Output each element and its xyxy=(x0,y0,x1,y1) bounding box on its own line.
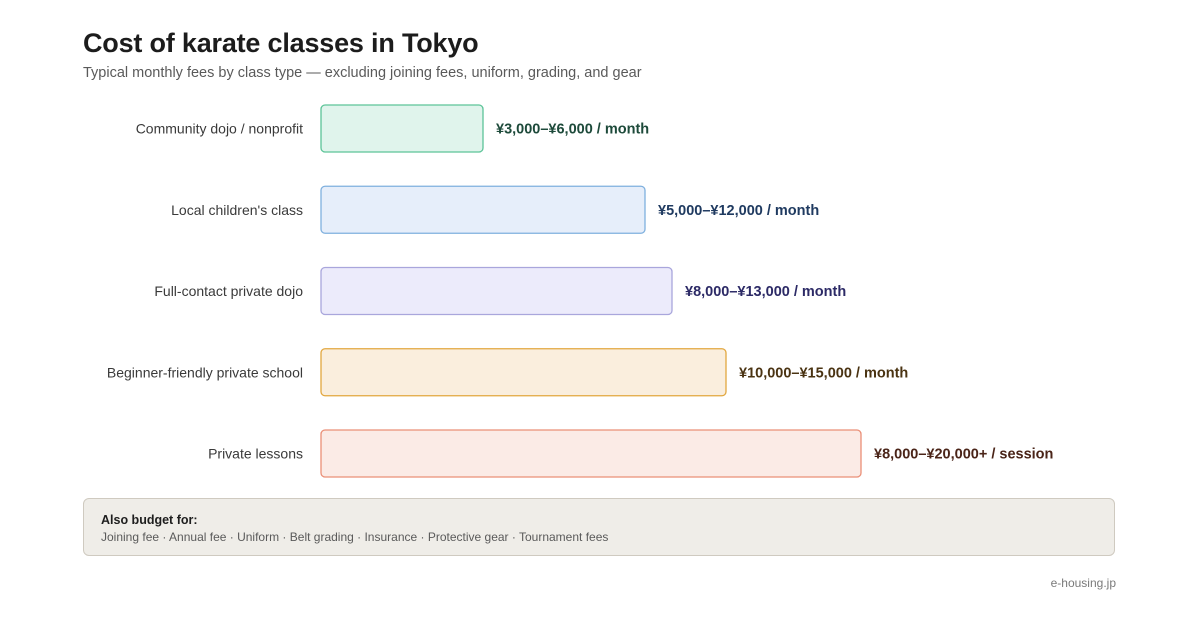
category-label: Local children's class xyxy=(171,202,303,218)
category-label: Private lessons xyxy=(208,446,303,462)
bar xyxy=(320,348,727,397)
bar xyxy=(320,185,646,234)
bar xyxy=(320,429,862,478)
value-label: ¥3,000–¥6,000 / month xyxy=(496,122,649,138)
category-label: Community dojo / nonprofit xyxy=(136,121,303,137)
value-label: ¥5,000–¥12,000 / month xyxy=(658,203,819,219)
bar-chart: Community dojo / nonprofit ¥3,000–¥6,000 … xyxy=(107,104,1053,478)
bar xyxy=(320,104,484,153)
source-credit: e-housing.jp xyxy=(1050,576,1116,590)
budget-note-title: Also budget for: xyxy=(101,513,198,527)
budget-note-box: Also budget for: Joining fee · Annual fe… xyxy=(83,498,1115,556)
value-label: ¥8,000–¥13,000 / month xyxy=(685,284,846,300)
value-label: ¥10,000–¥15,000 / month xyxy=(739,365,908,381)
bar xyxy=(320,266,673,316)
budget-note-items: Joining fee · Annual fee · Uniform · Bel… xyxy=(101,530,609,544)
value-label: ¥8,000–¥20,000+ / session xyxy=(874,447,1053,463)
category-label: Beginner-friendly private school xyxy=(107,364,303,380)
category-label: Full-contact private dojo xyxy=(154,283,303,299)
